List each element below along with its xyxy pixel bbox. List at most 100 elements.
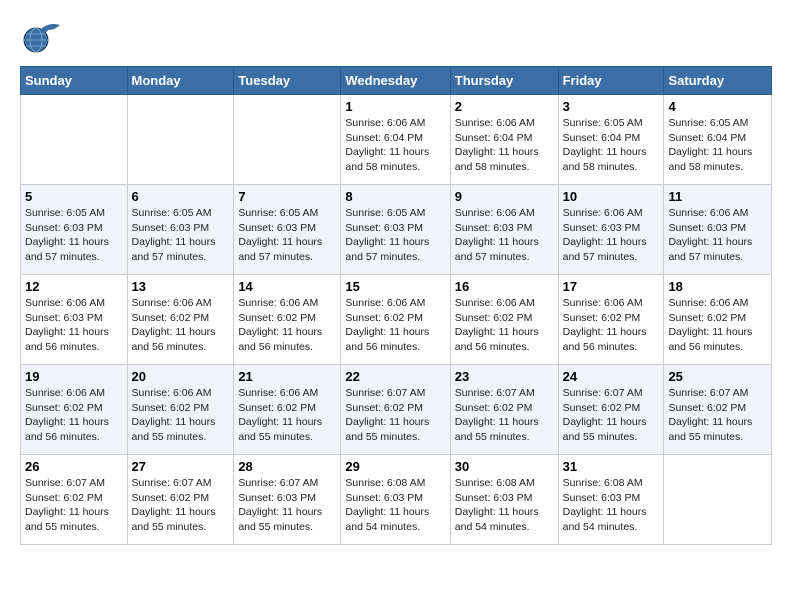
calendar-cell: 7Sunrise: 6:05 AM Sunset: 6:03 PM Daylig… xyxy=(234,185,341,275)
calendar-cell xyxy=(234,95,341,185)
calendar-cell: 14 Sunrise: 6:06 AM Sunset: 6:02 PM Dayli… xyxy=(234,275,341,365)
day-info: Sunrise: 6:06 AM Sunset: 6:02 PM Dayligh… xyxy=(563,296,660,355)
logo xyxy=(20,20,68,56)
calendar-cell: 20 Sunrise: 6:06 AM Sunset: 6:02 PM Dayli… xyxy=(127,365,234,455)
calendar-cell: 15 Sunrise: 6:06 AM Sunset: 6:02 PM Dayli… xyxy=(341,275,450,365)
calendar-cell: 8 Sunrise: 6:05 AM Sunset: 6:03 PM Daylig… xyxy=(341,185,450,275)
weekday-header: Friday xyxy=(558,67,664,95)
day-number: 11 xyxy=(668,189,767,204)
weekday-header: Thursday xyxy=(450,67,558,95)
weekday-header: Saturday xyxy=(664,67,772,95)
day-number: 31 xyxy=(563,459,660,474)
calendar-cell: 26 Sunrise: 6:07 AM Sunset: 6:02 PM Dayli… xyxy=(21,455,128,545)
calendar-cell: 31 Sunrise: 6:08 AM Sunset: 6:03 PM Dayli… xyxy=(558,455,664,545)
calendar-cell: 29 Sunrise: 6:08 AM Sunset: 6:03 PM Dayli… xyxy=(341,455,450,545)
day-number: 23 xyxy=(455,369,554,384)
calendar-cell: 11 Sunrise: 6:06 AM Sunset: 6:03 PM Dayli… xyxy=(664,185,772,275)
day-number: 18 xyxy=(668,279,767,294)
calendar-cell: 13 Sunrise: 6:06 AM Sunset: 6:02 PM Dayli… xyxy=(127,275,234,365)
calendar-cell: 10Sunrise: 6:06 AM Sunset: 6:03 PM Dayli… xyxy=(558,185,664,275)
calendar-cell: 25 Sunrise: 6:07 AM Sunset: 6:02 PM Dayli… xyxy=(664,365,772,455)
calendar-cell: 30 Sunrise: 6:08 AM Sunset: 6:03 PM Dayli… xyxy=(450,455,558,545)
calendar-cell: 24 Sunrise: 6:07 AM Sunset: 6:02 PM Dayli… xyxy=(558,365,664,455)
day-info: Sunrise: 6:07 AM Sunset: 6:02 PM Dayligh… xyxy=(132,476,230,535)
day-number: 2 xyxy=(455,99,554,114)
day-number: 24 xyxy=(563,369,660,384)
day-info: Sunrise: 6:06 AM Sunset: 6:02 PM Dayligh… xyxy=(238,296,336,355)
calendar-cell: 28 Sunrise: 6:07 AM Sunset: 6:03 PM Dayli… xyxy=(234,455,341,545)
day-info: Sunrise: 6:06 AM Sunset: 6:02 PM Dayligh… xyxy=(455,296,554,355)
day-info: Sunrise: 6:07 AM Sunset: 6:02 PM Dayligh… xyxy=(563,386,660,445)
calendar-cell: 1 Sunrise: 6:06 AM Sunset: 6:04 PM Daylig… xyxy=(341,95,450,185)
day-info: Sunrise: 6:06 AM Sunset: 6:03 PM Dayligh… xyxy=(455,206,554,265)
day-info: Sunrise: 6:06 AM Sunset: 6:03 PM Dayligh… xyxy=(668,206,767,265)
day-number: 30 xyxy=(455,459,554,474)
calendar-week-row: 26 Sunrise: 6:07 AM Sunset: 6:02 PM Dayli… xyxy=(21,455,772,545)
weekday-header: Wednesday xyxy=(341,67,450,95)
calendar-table: SundayMondayTuesdayWednesdayThursdayFrid… xyxy=(20,66,772,545)
day-info: Sunrise: 6:07 AM Sunset: 6:03 PM Dayligh… xyxy=(238,476,336,535)
day-info: Sunrise: 6:05 AM Sunset: 6:04 PM Dayligh… xyxy=(563,116,660,175)
day-number: 26 xyxy=(25,459,123,474)
day-info: Sunrise: 6:06 AM Sunset: 6:02 PM Dayligh… xyxy=(345,296,445,355)
day-number: 9 xyxy=(455,189,554,204)
day-info: Sunrise: 6:06 AM Sunset: 6:03 PM Dayligh… xyxy=(25,296,123,355)
calendar-week-row: 12 Sunrise: 6:06 AM Sunset: 6:03 PM Dayli… xyxy=(21,275,772,365)
day-number: 14 xyxy=(238,279,336,294)
day-number: 25 xyxy=(668,369,767,384)
calendar-cell: 16Sunrise: 6:06 AM Sunset: 6:02 PM Dayli… xyxy=(450,275,558,365)
day-number: 3 xyxy=(563,99,660,114)
calendar-body: 1 Sunrise: 6:06 AM Sunset: 6:04 PM Daylig… xyxy=(21,95,772,545)
day-info: Sunrise: 6:08 AM Sunset: 6:03 PM Dayligh… xyxy=(563,476,660,535)
day-number: 27 xyxy=(132,459,230,474)
calendar-cell: 19Sunrise: 6:06 AM Sunset: 6:02 PM Dayli… xyxy=(21,365,128,455)
day-info: Sunrise: 6:07 AM Sunset: 6:02 PM Dayligh… xyxy=(668,386,767,445)
day-info: Sunrise: 6:06 AM Sunset: 6:04 PM Dayligh… xyxy=(345,116,445,175)
calendar-cell: 12 Sunrise: 6:06 AM Sunset: 6:03 PM Dayli… xyxy=(21,275,128,365)
weekday-header: Monday xyxy=(127,67,234,95)
page-header xyxy=(20,20,772,56)
day-info: Sunrise: 6:05 AM Sunset: 6:03 PM Dayligh… xyxy=(25,206,123,265)
day-number: 4 xyxy=(668,99,767,114)
day-number: 10 xyxy=(563,189,660,204)
day-number: 15 xyxy=(345,279,445,294)
day-number: 5 xyxy=(25,189,123,204)
day-info: Sunrise: 6:07 AM Sunset: 6:02 PM Dayligh… xyxy=(455,386,554,445)
day-number: 13 xyxy=(132,279,230,294)
day-number: 28 xyxy=(238,459,336,474)
calendar-header: SundayMondayTuesdayWednesdayThursdayFrid… xyxy=(21,67,772,95)
logo-icon xyxy=(20,20,64,56)
calendar-cell: 27 Sunrise: 6:07 AM Sunset: 6:02 PM Dayli… xyxy=(127,455,234,545)
day-info: Sunrise: 6:05 AM Sunset: 6:04 PM Dayligh… xyxy=(668,116,767,175)
day-info: Sunrise: 6:06 AM Sunset: 6:02 PM Dayligh… xyxy=(132,386,230,445)
day-number: 6 xyxy=(132,189,230,204)
day-number: 29 xyxy=(345,459,445,474)
day-number: 8 xyxy=(345,189,445,204)
day-info: Sunrise: 6:06 AM Sunset: 6:02 PM Dayligh… xyxy=(132,296,230,355)
weekday-header: Sunday xyxy=(21,67,128,95)
weekday-header: Tuesday xyxy=(234,67,341,95)
day-info: Sunrise: 6:07 AM Sunset: 6:02 PM Dayligh… xyxy=(25,476,123,535)
calendar-cell: 2Sunrise: 6:06 AM Sunset: 6:04 PM Daylig… xyxy=(450,95,558,185)
day-info: Sunrise: 6:06 AM Sunset: 6:02 PM Dayligh… xyxy=(668,296,767,355)
day-info: Sunrise: 6:05 AM Sunset: 6:03 PM Dayligh… xyxy=(132,206,230,265)
day-info: Sunrise: 6:05 AM Sunset: 6:03 PM Dayligh… xyxy=(345,206,445,265)
calendar-week-row: 19 Sunrise: 6:06 AM Sunset: 6:02 PM Dayli… xyxy=(21,365,772,455)
day-info: Sunrise: 6:08 AM Sunset: 6:03 PM Dayligh… xyxy=(455,476,554,535)
day-info: Sunrise: 6:05 AM Sunset: 6:03 PM Dayligh… xyxy=(238,206,336,265)
day-number: 21 xyxy=(238,369,336,384)
day-number: 17 xyxy=(563,279,660,294)
calendar-cell xyxy=(664,455,772,545)
day-info: Sunrise: 6:08 AM Sunset: 6:03 PM Dayligh… xyxy=(345,476,445,535)
day-number: 19 xyxy=(25,369,123,384)
day-number: 12 xyxy=(25,279,123,294)
day-number: 20 xyxy=(132,369,230,384)
day-info: Sunrise: 6:07 AM Sunset: 6:02 PM Dayligh… xyxy=(345,386,445,445)
calendar-cell xyxy=(127,95,234,185)
calendar-cell: 23 Sunrise: 6:07 AM Sunset: 6:02 PM Dayli… xyxy=(450,365,558,455)
calendar-week-row: 1 Sunrise: 6:06 AM Sunset: 6:04 PM Daylig… xyxy=(21,95,772,185)
day-number: 1 xyxy=(345,99,445,114)
calendar-cell: 9 Sunrise: 6:06 AM Sunset: 6:03 PM Daylig… xyxy=(450,185,558,275)
day-info: Sunrise: 6:06 AM Sunset: 6:02 PM Dayligh… xyxy=(238,386,336,445)
calendar-cell: 21 Sunrise: 6:06 AM Sunset: 6:02 PM Dayli… xyxy=(234,365,341,455)
